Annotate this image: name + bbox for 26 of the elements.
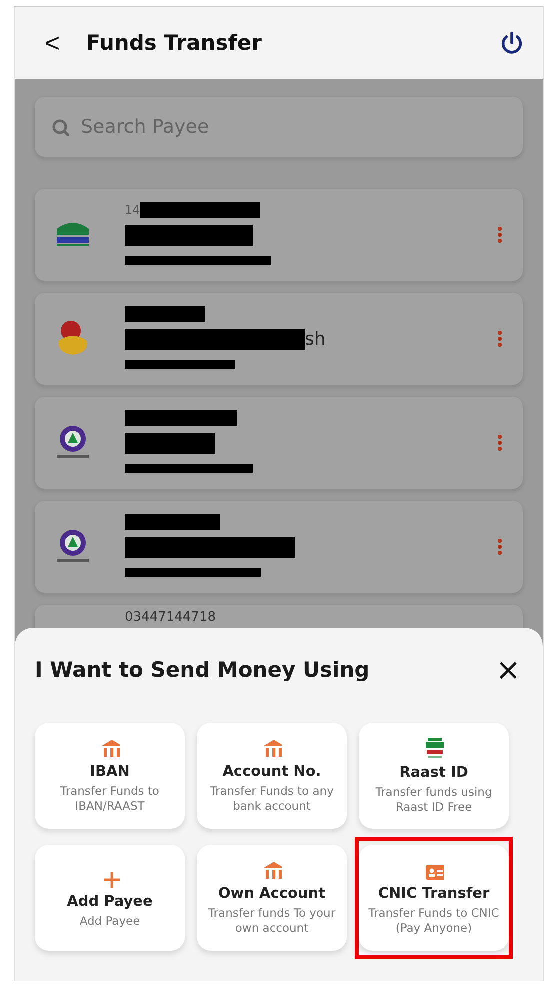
close-button[interactable]: × [494, 652, 523, 688]
payee-card[interactable]: sh [35, 293, 523, 385]
power-button[interactable] [499, 30, 525, 56]
search-field[interactable]: Search Payee [35, 97, 523, 157]
transfer-option[interactable]: Account No. Transfer Funds to any bank account [197, 723, 347, 829]
transfer-option[interactable]: Own Account Transfer funds To your own account [197, 845, 347, 951]
transfer-option[interactable]: Raast ID Transfer funds using Raast ID Free [359, 723, 509, 829]
payee-card[interactable] [35, 501, 523, 593]
sheet-title: I Want to Send Money Using [35, 658, 370, 682]
transfer-option[interactable]: CNIC Transfer Transfer Funds to CNIC (Pay Anyone) [359, 845, 509, 951]
bank-icon [262, 860, 282, 880]
payee-text: 14 [125, 203, 140, 217]
more-icon [497, 330, 503, 348]
search-icon [51, 118, 69, 136]
bank-icon [262, 738, 282, 758]
more-icon [497, 226, 503, 244]
page-title: Funds Transfer [86, 31, 263, 55]
transfer-option[interactable]: IBAN Transfer Funds to IBAN/RAAST [35, 723, 185, 829]
transfer-option[interactable]: Add Payee Add Payee [35, 845, 185, 951]
more-icon [497, 434, 503, 452]
more-icon [497, 538, 503, 556]
payee-text: sh [305, 328, 326, 350]
back-button[interactable]: < [37, 28, 68, 58]
bank-icon [100, 738, 120, 758]
payee-text: 03447144718 [125, 610, 216, 624]
payee-card[interactable] [35, 397, 523, 489]
